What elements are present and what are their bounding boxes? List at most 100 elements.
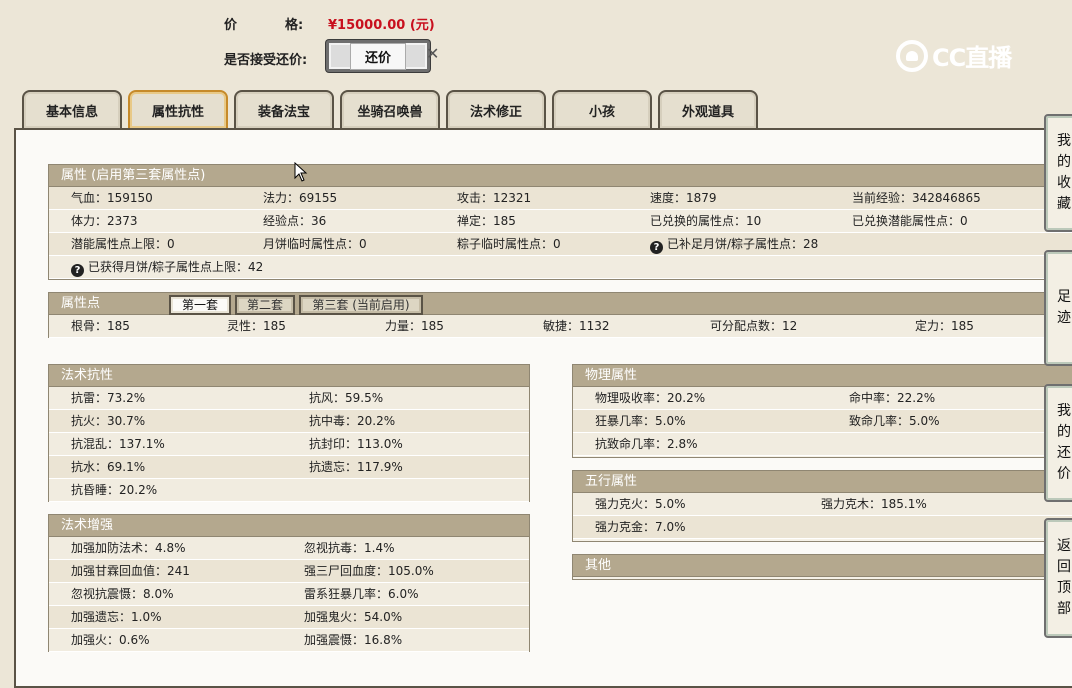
boost-value: 忽视抗毒：1.4% <box>304 541 395 555</box>
resist-value: 抗火：30.7% <box>71 414 146 428</box>
section-title: 物理属性 <box>573 365 1072 387</box>
section-title-text: 属性点 <box>61 296 101 311</box>
haggle-button[interactable]: 还价 <box>326 40 430 72</box>
tab-child[interactable]: 小孩 <box>552 90 652 128</box>
back-to-top-button[interactable]: 返 回 顶 部 <box>1044 518 1072 638</box>
table-row: 强力克火：5.0% 强力克木：185.1% <box>573 493 1072 516</box>
table-row: 物理吸收率：20.2% 命中率：22.2% <box>573 387 1072 410</box>
physical-value: 物理吸收率：20.2% <box>595 391 706 405</box>
stat-spirit: 灵性：185 <box>227 319 286 333</box>
stat-attack: 攻击：12321 <box>457 191 532 205</box>
boost-value: 强三尸回血度：105.0% <box>304 564 434 578</box>
side-label: 我 <box>1057 403 1071 419</box>
stat-hp: 气血：159150 <box>71 191 153 205</box>
stat-obtained-cap: ? 已获得月饼/粽子属性点上限：42 <box>71 256 263 278</box>
resist-value: 抗水：69.1% <box>71 460 146 474</box>
table-row: 根骨：185 灵性：185 力量：185 敏捷：1132 可分配点数：12 定力… <box>49 315 1072 338</box>
other-section: 其他 <box>572 554 1072 580</box>
stat-agility: 敏捷：1132 <box>543 319 610 333</box>
subtab-set-2[interactable]: 第二套 <box>235 295 295 315</box>
table-row: 抗混乱：137.1% 抗封印：113.0% <box>49 433 529 456</box>
stat-experience: 当前经验：342846865 <box>852 191 981 205</box>
stat-strength: 力量：185 <box>385 319 444 333</box>
logo-text: CC直播 <box>932 44 1012 72</box>
haggle-button-label: 还价 <box>349 42 406 70</box>
side-label: 藏 <box>1057 196 1071 212</box>
subtab-set-1[interactable]: 第一套 <box>169 295 231 315</box>
table-row: ? 已获得月饼/粽子属性点上限：42 <box>49 256 1072 279</box>
stat-endurance: 定力：185 <box>915 319 974 333</box>
table-row: 抗雷：73.2% 抗风：59.5% <box>49 387 529 410</box>
stat-exp-points: 经验点：36 <box>263 214 327 228</box>
footprint-button[interactable]: 足 迹 <box>1044 250 1072 366</box>
boost-value: 加强遗忘：1.0% <box>71 610 162 624</box>
section-title[interactable]: 其他 <box>573 555 1072 577</box>
close-icon: ✕ <box>426 44 440 63</box>
haggle-label: 是否接受还价: <box>224 53 308 68</box>
boost-value: 加强甘霖回血值：241 <box>71 564 190 578</box>
physical-value: 命中率：22.2% <box>849 391 936 405</box>
stat-stamina: 体力：2373 <box>71 214 138 228</box>
subtab-set-3[interactable]: 第三套 (当前启用) <box>299 295 423 315</box>
side-label: 回 <box>1057 559 1071 575</box>
help-icon[interactable]: ? <box>71 264 84 277</box>
five-elements-section: 五行属性 强力克火：5.0% 强力克木：185.1% 强力克金：7.0% <box>572 470 1072 542</box>
section-title: 法术抗性 <box>49 365 529 387</box>
cc-live-logo: CC直播 <box>896 38 1012 73</box>
attributes-section: 属性 (启用第三套属性点) 气血：159150 法力：69155 攻击：1232… <box>48 164 1072 280</box>
help-icon[interactable]: ? <box>650 241 663 254</box>
side-label: 足 <box>1057 289 1071 305</box>
physical-section: 物理属性 物理吸收率：20.2% 命中率：22.2% 狂暴几率：5.0% 致命几… <box>572 364 1072 458</box>
boost-value: 加强鬼火：54.0% <box>304 610 403 624</box>
mouse-cursor-icon <box>294 162 308 182</box>
boost-value: 加强火：0.6% <box>71 633 150 647</box>
tab-basic-info[interactable]: 基本信息 <box>22 90 122 128</box>
side-label: 收 <box>1057 175 1071 191</box>
my-favorites-button[interactable]: 我 的 收 藏 <box>1044 114 1072 232</box>
stat-mana: 法力：69155 <box>263 191 338 205</box>
element-value: 强力克火：5.0% <box>595 497 686 511</box>
resist-value: 抗昏睡：20.2% <box>71 483 158 497</box>
table-row: 潜能属性点上限：0 月饼临时属性点：0 粽子临时属性点：0 ? 已补足月饼/粽子属… <box>49 233 1072 256</box>
table-row: 抗致命几率：2.8% <box>573 433 1072 456</box>
physical-value: 抗致命几率：2.8% <box>595 437 698 451</box>
tab-appearance[interactable]: 外观道具 <box>658 90 758 128</box>
boost-value: 加强加防法术：4.8% <box>71 541 186 555</box>
boost-value: 雷系狂暴几率：6.0% <box>304 587 419 601</box>
section-title: 属性 (启用第三套属性点) <box>49 165 1072 187</box>
stat-speed: 速度：1879 <box>650 191 717 205</box>
boost-value: 忽视抗震慑：8.0% <box>71 587 174 601</box>
tab-equipment[interactable]: 装备法宝 <box>234 90 334 128</box>
table-row: 加强加防法术：4.8% 忽视抗毒：1.4% <box>49 537 529 560</box>
resist-value: 抗风：59.5% <box>309 391 384 405</box>
side-label: 的 <box>1057 154 1071 170</box>
stat-mooncake-temp: 月饼临时属性点：0 <box>263 237 367 251</box>
stat-exchanged-potential: 已兑换潜能属性点：0 <box>852 214 968 228</box>
stat-filled-points: ? 已补足月饼/粽子属性点：28 <box>650 233 818 255</box>
price-label: 价格: <box>224 18 304 33</box>
physical-value: 致命几率：5.0% <box>849 414 940 428</box>
stat-zen: 禅定：185 <box>457 214 516 228</box>
stat-zongzi-temp: 粽子临时属性点：0 <box>457 237 561 251</box>
table-row: 加强火：0.6% 加强震慑：16.8% <box>49 629 529 652</box>
spell-resist-section: 法术抗性 抗雷：73.2% 抗风：59.5% 抗火：30.7% 抗中毒：20.2… <box>48 364 530 502</box>
logo-icon <box>896 39 928 72</box>
tab-mounts-summons[interactable]: 坐骑召唤兽 <box>340 90 440 128</box>
stat-exchanged-points: 已兑换的属性点：10 <box>650 214 762 228</box>
side-label: 价 <box>1057 466 1071 482</box>
table-row: 抗水：69.1% 抗遗忘：117.9% <box>49 456 529 479</box>
table-row: 体力：2373 经验点：36 禅定：185 已兑换的属性点：10 已兑换潜能属性… <box>49 210 1072 233</box>
tab-attributes-resist[interactable]: 属性抗性 <box>128 90 228 128</box>
tab-spell-correction[interactable]: 法术修正 <box>446 90 546 128</box>
side-label: 还 <box>1057 445 1071 461</box>
resist-value: 抗中毒：20.2% <box>309 414 396 428</box>
stat-unallocated: 可分配点数：12 <box>710 319 798 333</box>
section-title: 五行属性 <box>573 471 1072 493</box>
table-row: 加强甘霖回血值：241 强三尸回血度：105.0% <box>49 560 529 583</box>
my-offers-button[interactable]: 我 的 还 价 <box>1044 384 1072 502</box>
section-title: 法术增强 <box>49 515 529 537</box>
content-panel: 属性 (启用第三套属性点) 气血：159150 法力：69155 攻击：1232… <box>14 128 1072 688</box>
section-title: 属性点 第一套 第二套 第三套 (当前启用) <box>49 293 1072 315</box>
points-section: 属性点 第一套 第二套 第三套 (当前启用) 根骨：185 灵性：185 力量：… <box>48 292 1072 338</box>
stat-filled-points-text: 已补足月饼/粽子属性点：28 <box>667 237 819 251</box>
